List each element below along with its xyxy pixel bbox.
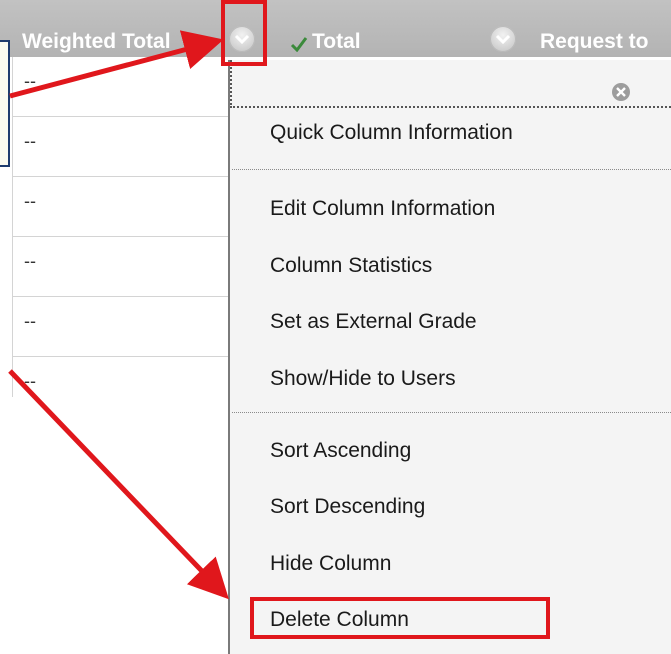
arrow-to-menu-button xyxy=(9,30,224,99)
arrow-to-delete-column xyxy=(8,369,229,600)
annotation-arrows xyxy=(8,30,229,600)
